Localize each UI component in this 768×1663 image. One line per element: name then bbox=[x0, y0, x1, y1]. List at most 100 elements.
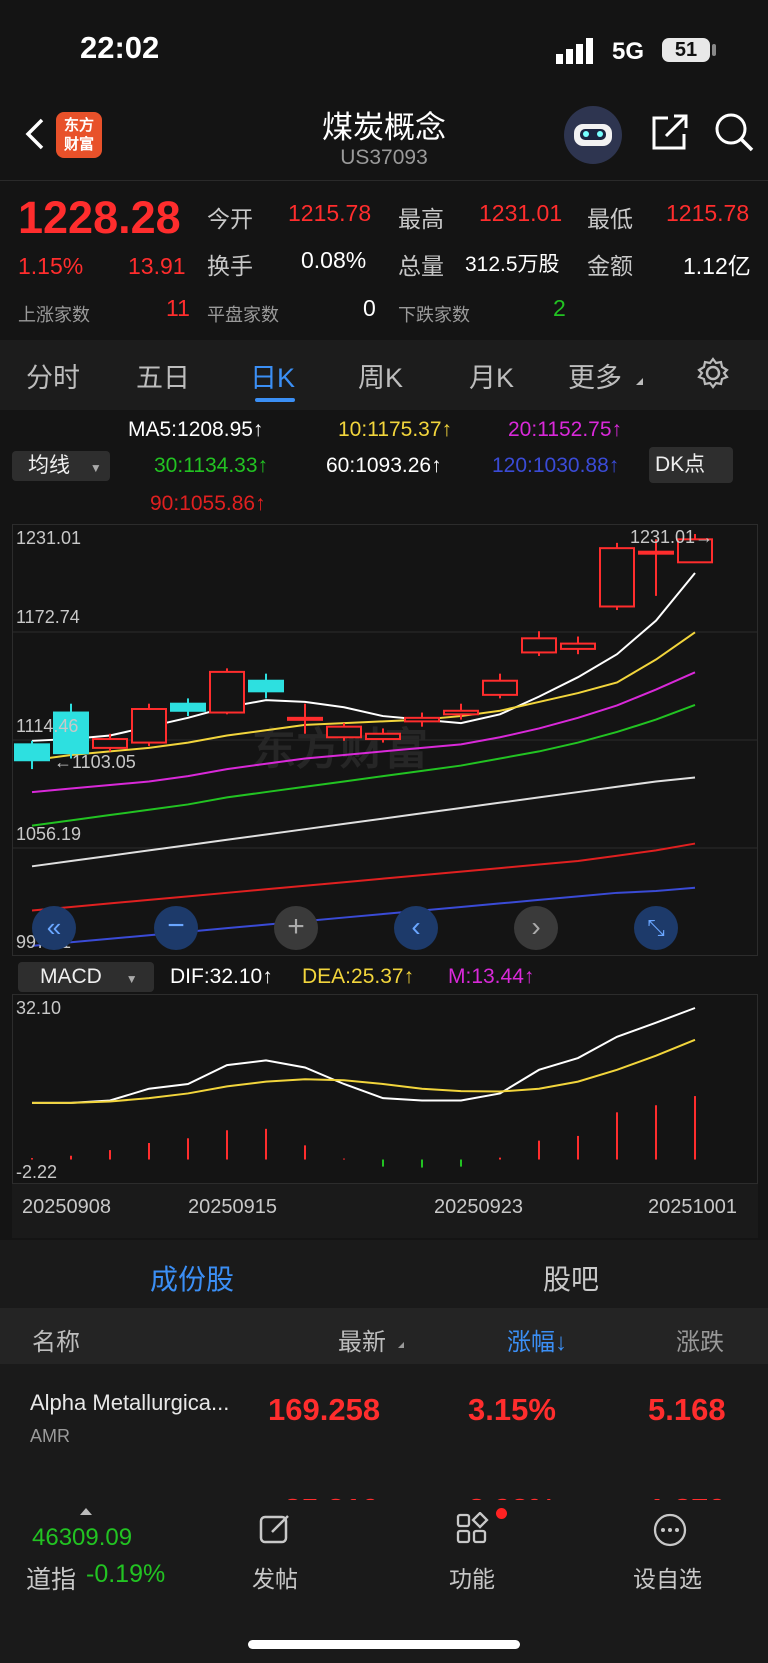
zoom-out-icon[interactable]: − bbox=[154, 906, 198, 950]
fullscreen-icon[interactable]: ⤡ bbox=[634, 906, 678, 950]
edit-post-icon[interactable] bbox=[258, 1512, 292, 1546]
signal-icon bbox=[556, 38, 593, 64]
candle-body bbox=[170, 702, 206, 712]
tab-monthly-k[interactable]: 月K bbox=[469, 356, 514, 395]
y-axis-3: 1114.46 bbox=[16, 716, 79, 736]
dk-point-button[interactable]: DK点 bbox=[649, 447, 733, 483]
candle-body bbox=[365, 732, 401, 741]
high-marker: 1231.01→ bbox=[630, 527, 714, 547]
candle-body bbox=[131, 707, 167, 744]
stock-last: 169.258 bbox=[268, 1392, 381, 1427]
open-label: 今开 bbox=[207, 206, 253, 232]
zoom-in-icon[interactable]: + bbox=[274, 906, 318, 950]
candle-body bbox=[560, 642, 596, 650]
ma20-label: 20:1152.75↑ bbox=[508, 418, 623, 441]
expand-up-icon[interactable] bbox=[80, 1508, 92, 1515]
more-caret-icon bbox=[636, 378, 643, 385]
ma-selector-label: 均线 bbox=[28, 454, 70, 477]
share-icon[interactable] bbox=[648, 110, 692, 154]
flat-count: 0 bbox=[363, 295, 376, 321]
tab-more[interactable]: 更多 bbox=[568, 356, 622, 395]
tab-constituents[interactable]: 成份股 bbox=[150, 1258, 234, 1298]
tab-forum[interactable]: 股吧 bbox=[543, 1258, 599, 1298]
open-value: 1215.78 bbox=[288, 200, 372, 226]
col-name: 名称 bbox=[32, 1329, 80, 1356]
tab-daily-k[interactable]: 日K bbox=[250, 356, 295, 395]
search-icon[interactable] bbox=[712, 110, 756, 154]
date-label: 20250923 bbox=[434, 1196, 523, 1218]
candle-body bbox=[287, 716, 323, 721]
battery-tip bbox=[712, 44, 716, 56]
candle-body bbox=[638, 550, 674, 555]
scroll-start-icon[interactable]: « bbox=[32, 906, 76, 950]
header-divider bbox=[0, 180, 768, 181]
ma60-label: 60:1093.26↑ bbox=[326, 454, 442, 477]
status-bar: 22:02 5G 51 bbox=[0, 0, 768, 100]
nav-functions[interactable]: 功能 bbox=[449, 1560, 495, 1594]
flat-count-label: 平盘家数 bbox=[207, 305, 279, 325]
candle-body bbox=[404, 716, 440, 723]
page-header: 东方 财富 煤炭概念 US37093 bbox=[0, 90, 768, 180]
macd-y-min: -2.22 bbox=[16, 1162, 58, 1182]
tab-five-day[interactable]: 五日 bbox=[136, 356, 190, 395]
stock-name: Alpha Metallurgica... bbox=[30, 1390, 230, 1415]
ma30-label: 30:1134.33↑ bbox=[154, 454, 269, 477]
assistant-robot-icon[interactable] bbox=[564, 106, 622, 164]
chevron-down-icon: ▼ bbox=[89, 461, 102, 475]
date-label: 20250908 bbox=[22, 1196, 111, 1218]
col-last[interactable]: 最新 bbox=[338, 1322, 386, 1357]
ma120-label: 120:1030.88↑ bbox=[492, 454, 620, 477]
nav-add-watchlist[interactable]: 设自选 bbox=[633, 1560, 702, 1594]
col-change[interactable]: 涨跌 bbox=[676, 1322, 724, 1357]
low-marker: ←1103.05 bbox=[54, 752, 136, 772]
candle-body bbox=[521, 637, 557, 654]
amount-label: 金额 bbox=[587, 253, 633, 279]
ma5-label: MA5:1208.95↑ bbox=[128, 418, 264, 441]
macd-y-max: 32.10 bbox=[16, 998, 62, 1018]
dk-point-label: DK点 bbox=[655, 453, 706, 476]
scroll-right-icon[interactable]: › bbox=[514, 906, 558, 950]
y-axis-2: 1172.74 bbox=[16, 607, 80, 627]
date-label: 20250915 bbox=[188, 1196, 277, 1218]
tab-weekly-k[interactable]: 周K bbox=[358, 356, 403, 395]
stock-pct: 3.15% bbox=[468, 1392, 556, 1427]
high-value: 1231.01 bbox=[479, 200, 563, 226]
ma90-label: 90:1055.86↑ bbox=[150, 492, 266, 515]
candle-body bbox=[92, 738, 128, 749]
down-count: 2 bbox=[553, 295, 566, 321]
notification-dot bbox=[496, 1508, 507, 1519]
dea-label: DEA:25.37↑ bbox=[302, 965, 415, 988]
tab-intraday[interactable]: 分时 bbox=[26, 356, 80, 395]
ma10-label: 10:1175.37↑ bbox=[338, 418, 453, 441]
high-label: 最高 bbox=[398, 206, 444, 232]
index-change[interactable]: -0.19% bbox=[86, 1560, 165, 1589]
up-count-label: 上涨家数 bbox=[18, 305, 90, 325]
indicator-selector-label: MACD bbox=[40, 965, 102, 988]
volume-value: 312.5万股 bbox=[465, 253, 560, 276]
kline-chart[interactable]: 东方财富 bbox=[12, 524, 758, 956]
more-dots-icon[interactable] bbox=[652, 1512, 688, 1548]
constituent-list: Alpha Metallurgica... AMR 169.258 3.15% … bbox=[0, 1364, 768, 1504]
index-name[interactable]: 道指 bbox=[26, 1560, 76, 1596]
nav-post[interactable]: 发帖 bbox=[252, 1560, 298, 1594]
col-change-pct[interactable]: 涨幅↓ bbox=[507, 1322, 567, 1357]
home-indicator bbox=[248, 1640, 520, 1649]
index-value[interactable]: 46309.09 bbox=[32, 1524, 132, 1552]
dif-label: DIF:32.10↑ bbox=[170, 965, 273, 988]
settings-gear-icon[interactable] bbox=[696, 356, 730, 390]
ma-selector[interactable]: 均线 ▼ bbox=[12, 451, 110, 481]
candle-body bbox=[326, 725, 362, 739]
turnover-label: 换手 bbox=[207, 253, 253, 279]
scroll-left-icon[interactable]: ‹ bbox=[394, 906, 438, 950]
up-count: 11 bbox=[166, 295, 190, 321]
indicator-selector[interactable]: MACD ▼ bbox=[18, 962, 154, 992]
network-type: 5G bbox=[612, 38, 645, 65]
last-price: 1228.28 bbox=[18, 192, 181, 243]
m-label: M:13.44↑ bbox=[448, 965, 535, 988]
y-axis-4: 1056.19 bbox=[16, 824, 82, 844]
table-row[interactable]: Alpha Metallurgica... AMR 169.258 3.15% … bbox=[0, 1364, 768, 1464]
sort-caret-icon bbox=[398, 1342, 404, 1348]
macd-chart[interactable] bbox=[12, 994, 758, 1184]
status-time: 22:02 bbox=[80, 30, 160, 65]
apps-grid-icon[interactable] bbox=[455, 1512, 491, 1546]
